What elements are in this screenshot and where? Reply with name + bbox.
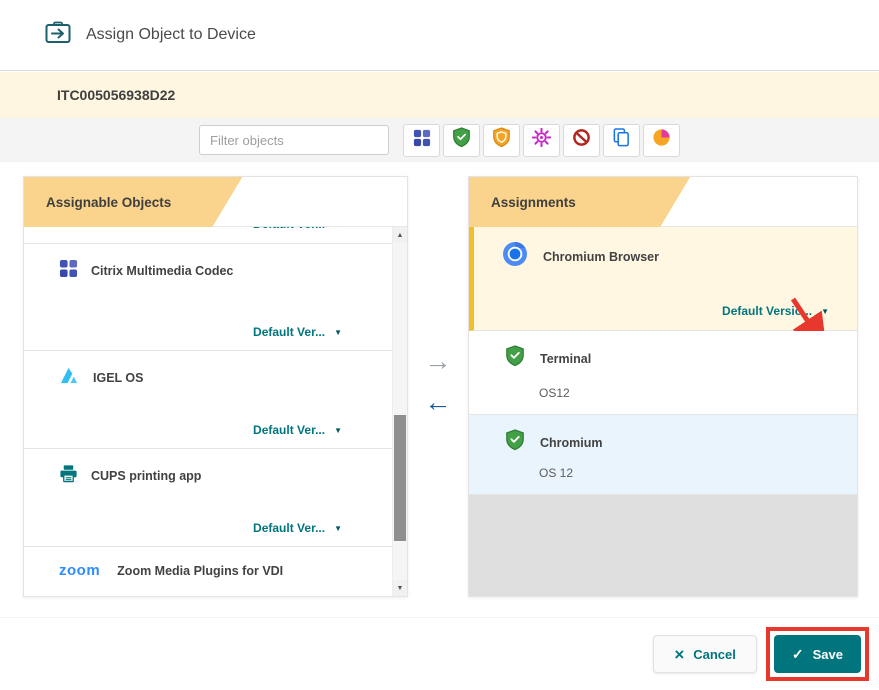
version-dropdown[interactable]: Default Versio... ▼	[474, 304, 857, 330]
assignment-item-chromium[interactable]: Chromium OS 12	[469, 415, 857, 495]
apps-grid-filter-button[interactable]	[403, 124, 440, 157]
scrollbar[interactable]: ▲ ▼	[392, 227, 407, 596]
assignments-list: Chromium Browser Default Versio... ▼	[469, 227, 857, 596]
version-dropdown[interactable]: Default Ver... ▼	[24, 227, 392, 231]
arrow-right-icon[interactable]: →	[425, 348, 452, 375]
version-dropdown[interactable]: Default Ver... ▼	[24, 521, 392, 546]
igel-os-icon	[59, 366, 80, 390]
red-prohibited-filter-button[interactable]	[563, 124, 600, 157]
assignment-name: Terminal	[540, 352, 591, 366]
assignments-title: Assignments	[469, 177, 690, 227]
object-name: CUPS printing app	[91, 469, 201, 483]
device-id: ITC005056938D22	[57, 87, 175, 103]
list-item-zoom-media-plugins[interactable]: zoom Zoom Media Plugins for VDI	[24, 547, 392, 596]
chevron-down-icon: ▼	[334, 426, 342, 435]
red-prohibited-icon	[572, 128, 591, 152]
object-name: Zoom Media Plugins for VDI	[117, 564, 283, 578]
profile-shield-icon	[505, 429, 525, 456]
zoom-logo: zoom	[59, 562, 100, 579]
assignable-objects-title: Assignable Objects	[24, 177, 242, 227]
magenta-gear-icon	[532, 128, 551, 152]
magenta-gear-filter-button[interactable]	[523, 124, 560, 157]
profile-shield-icon	[505, 345, 525, 372]
chevron-down-icon: ▼	[334, 227, 342, 229]
assignments-header: Assignments	[469, 177, 857, 227]
green-shield-filter-button[interactable]	[443, 124, 480, 157]
assign-device-icon	[45, 21, 71, 50]
chevron-down-icon: ▼	[334, 524, 342, 533]
assignment-item-terminal[interactable]: Terminal OS12	[469, 331, 857, 415]
x-icon: ×	[674, 646, 684, 663]
orange-pink-pie-icon	[652, 128, 671, 152]
scroll-down-icon[interactable]: ▼	[393, 580, 407, 596]
check-icon: ✓	[792, 647, 804, 661]
filter-icon-group	[403, 124, 680, 157]
assignable-objects-header: Assignable Objects	[24, 177, 407, 227]
orange-pink-pie-filter-button[interactable]	[643, 124, 680, 157]
filter-objects-input[interactable]	[199, 125, 389, 155]
blue-files-icon	[612, 128, 631, 152]
assignment-item-chromium-browser[interactable]: Chromium Browser Default Versio... ▼	[469, 227, 857, 331]
dialog-footer: × Cancel ✓ Save	[0, 617, 879, 690]
transfer-controls: → ←	[408, 176, 468, 597]
os-version-label: OS 12	[469, 466, 857, 494]
list-item-cups-printing-app[interactable]: CUPS printing app Default Ver... ▼	[24, 449, 392, 547]
os-version-label: OS12	[469, 386, 857, 414]
list-item-igel-os[interactable]: IGEL OS Default Ver... ▼	[24, 351, 392, 449]
assignable-objects-panel: Assignable Objects Default Ver... ▼	[23, 176, 408, 597]
list-item-citrix-multimedia-codec[interactable]: Citrix Multimedia Codec Default Ver... ▼	[24, 244, 392, 351]
assignment-name: Chromium Browser	[543, 250, 659, 264]
scrollbar-thumb[interactable]	[394, 415, 406, 540]
assign-object-dialog: Assign Object to Device ITC005056938D22	[0, 0, 879, 690]
arrow-left-icon[interactable]: ←	[425, 389, 452, 416]
apps-grid-icon	[413, 129, 431, 152]
save-button[interactable]: ✓ Save	[774, 635, 861, 673]
scroll-up-icon[interactable]: ▲	[393, 227, 407, 243]
chevron-down-icon: ▼	[334, 328, 342, 337]
list-item-partial[interactable]: Default Ver... ▼	[24, 227, 392, 244]
assignments-empty-area	[469, 495, 857, 596]
page-title: Assign Object to Device	[86, 26, 256, 44]
green-shield-icon	[452, 127, 471, 153]
chromium-browser-icon	[502, 241, 528, 272]
orange-shield-filter-button[interactable]	[483, 124, 520, 157]
assignments-panel: Assignments Chromium Browser	[468, 176, 858, 597]
cups-printing-icon	[59, 464, 78, 488]
object-name: IGEL OS	[93, 371, 143, 385]
version-dropdown[interactable]: Default Ver... ▼	[24, 325, 392, 350]
cancel-button[interactable]: × Cancel	[653, 635, 757, 673]
assignment-name: Chromium	[540, 436, 603, 450]
citrix-multimedia-codec-icon	[59, 259, 78, 283]
device-bar: ITC005056938D22	[0, 72, 879, 118]
assignable-objects-list: Default Ver... ▼ Citrix Multimedia Codec	[24, 227, 392, 596]
dialog-header: Assign Object to Device	[0, 0, 879, 71]
object-name: Citrix Multimedia Codec	[91, 264, 233, 278]
filter-toolbar	[0, 118, 879, 162]
version-dropdown[interactable]: Default Ver... ▼	[24, 423, 392, 448]
blue-files-filter-button[interactable]	[603, 124, 640, 157]
chevron-down-icon: ▼	[821, 307, 829, 316]
red-annotation-box: ✓ Save	[766, 627, 869, 681]
orange-shield-icon	[492, 127, 511, 153]
